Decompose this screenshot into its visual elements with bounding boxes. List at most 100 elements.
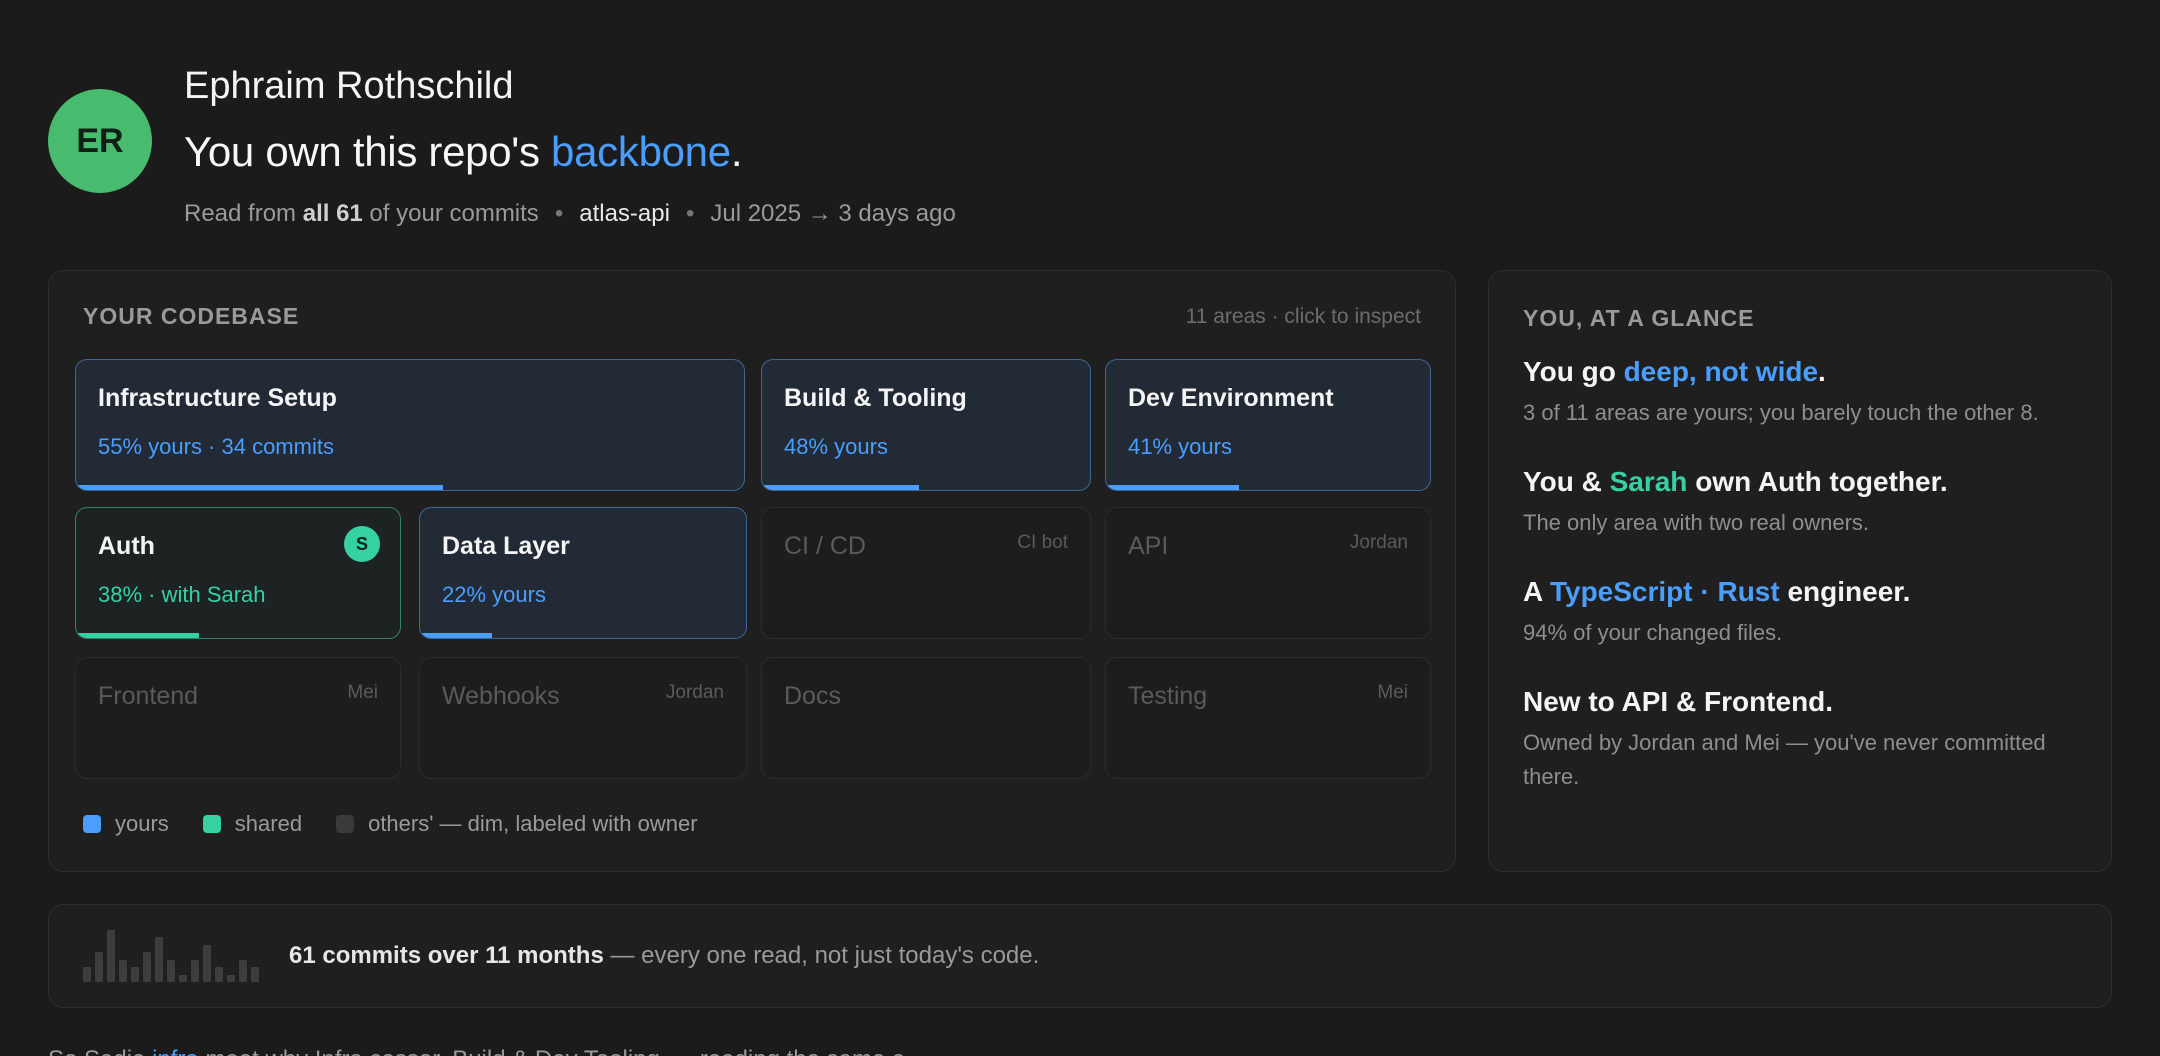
profile-header: ER Ephraim Rothschild You own this repo'… [48,62,956,230]
area-owner: Jordan [665,682,724,703]
co-owner-avatar: S [344,526,380,562]
codebase-hint: 11 areas · click to inspect [1185,305,1421,328]
date-range: Jul 2025 → 3 days ago [710,200,956,227]
area-name: Data Layer [442,532,570,560]
summary-meta: Read from all 61 of your commits • atlas… [184,198,956,230]
glance-title: YOU, AT A GLANCE [1523,305,1755,331]
timeline-bold: 61 commits over 11 months [289,942,604,969]
spark-bar [83,967,91,982]
spark-bar [215,967,223,982]
glance-title-post: own Auth together. [1687,466,1948,497]
ownership-bar [1106,485,1239,490]
separator-dot: • [685,200,695,227]
area-share: 48% yours [784,434,888,459]
avatar: ER [48,89,152,193]
page-title: You own this repo's backbone. [184,124,956,180]
glance-title-pre: You & [1523,466,1610,497]
glance-item-body: 3 of 11 areas are yours; you barely touc… [1523,400,2039,425]
spark-bar [131,967,139,982]
spark-bar [239,959,247,982]
legend-label-yours: yours [115,811,169,836]
spark-bar [107,930,115,982]
glance-item: You & Sarah own Auth together. The only a… [1523,464,2077,540]
glance-item: New to API & Frontend. Owned by Jordan an… [1523,684,2077,794]
area-share: 55% yours · 34 commits [98,434,334,459]
timeline-rest: — every one read, not just today's code. [603,942,1040,969]
area-tile-api[interactable]: API Jordan [1105,507,1431,639]
glance-item-body: Owned by Jordan and Mei — you've never c… [1523,730,2046,789]
area-owner: CI bot [1017,532,1068,553]
glance-item-title: You go deep, not wide. [1523,354,2077,390]
area-name: Build & Tooling [784,384,967,412]
area-tile-testing[interactable]: Testing Mei [1105,657,1431,779]
footer-post: meet why Infra cessor, Build & Dev Tooli… [199,1046,925,1056]
area-name: Testing [1128,682,1208,710]
glance-list: You go deep, not wide. 3 of 11 areas are … [1523,354,2077,794]
footer-text: So Sadie infra meet why Infra cessor, Bu… [48,1046,925,1056]
area-share: 41% yours [1128,434,1232,459]
spark-bar [191,959,199,982]
separator-dot: • [554,200,564,227]
glance-title-accent: TypeScript · Rust [1549,576,1780,607]
spark-bar [251,967,259,982]
spark-bar [167,959,175,982]
area-owner: Jordan [1349,532,1408,553]
area-tile-frontend[interactable]: Frontend Mei [75,657,401,779]
glance-title-pre: New to API & Frontend. [1523,686,1834,717]
glance-item-title: A TypeScript · Rust engineer. [1523,574,2077,610]
glance-title-accent: deep, not wide [1623,356,1819,387]
page: ER Ephraim Rothschild You own this repo'… [0,0,2160,1056]
area-name: Webhooks [442,682,560,710]
codebase-panel: YOUR CODEBASE 11 areas · click to inspec… [48,270,1456,872]
meta-read: Read from all 61 of your commits [184,198,539,230]
spark-bar [95,952,103,982]
area-tile-build-tooling[interactable]: Build & Tooling 48% yours [761,359,1091,491]
area-tile-data-layer[interactable]: Data Layer 22% yours [419,507,747,639]
area-share: 22% yours [442,582,546,607]
legend-others: others' — dim, labeled with owner [336,811,698,837]
ownership-bar [76,633,200,638]
legend-shared: shared [202,811,303,837]
glance-title-pre: A [1523,576,1550,607]
glance-item-title: You & Sarah own Auth together. [1523,464,2077,500]
legend: yours shared others' — dim, labeled with… [83,811,732,837]
area-owner: Mei [1377,682,1408,703]
timeline-panel: 61 commits over 11 months — every one re… [48,904,2112,1008]
footer-accent: infra [152,1046,199,1056]
glance-title-accent: Sarah [1609,466,1688,497]
area-name: API [1128,532,1169,560]
area-tile-dev-environment[interactable]: Dev Environment 41% yours [1105,359,1431,491]
area-tile-docs[interactable]: Docs [761,657,1091,779]
ownership-bar [420,633,492,638]
headline-accent: backbone [551,128,731,175]
glance-title-post: . [1818,356,1826,387]
legend-label-others: others' — dim, labeled with owner [368,811,698,836]
glance-item: You go deep, not wide. 3 of 11 areas are … [1523,354,2077,430]
spark-bar [155,937,163,982]
area-tile-infrastructure-setup[interactable]: Infrastructure Setup 55% yours · 34 commi… [75,359,745,491]
glance-title-pre: You go [1523,356,1624,387]
legend-label-shared: shared [234,811,303,836]
area-tile-webhooks[interactable]: Webhooks Jordan [419,657,747,779]
profile-text: Ephraim Rothschild You own this repo's b… [184,62,956,230]
user-name: Ephraim Rothschild [184,65,514,107]
area-tile-ci-cd[interactable]: CI / CD CI bot [761,507,1091,639]
legend-yours: yours [83,811,169,837]
area-owner: Mei [347,682,378,703]
codebase-title: YOUR CODEBASE [83,303,300,329]
spark-bar [179,974,187,982]
spark-bar [143,952,151,982]
legend-swatch-yours [83,815,101,833]
glance-item-title: New to API & Frontend. [1523,684,2077,720]
spark-bar [119,959,127,982]
area-name: Auth [98,532,155,560]
meta-read-count: all 61 [302,200,363,227]
area-tile-auth[interactable]: Auth 38% · with Sarah S [75,507,401,639]
glance-item: A TypeScript · Rust engineer. 94% of your… [1523,574,2077,650]
ownership-bar [76,485,444,490]
commit-sparkline [83,930,263,982]
glance-title-post: engineer. [1779,576,1911,607]
footer-pre: So Sadie [48,1046,152,1056]
headline-suffix: . [730,128,743,175]
legend-swatch-shared [202,815,221,833]
